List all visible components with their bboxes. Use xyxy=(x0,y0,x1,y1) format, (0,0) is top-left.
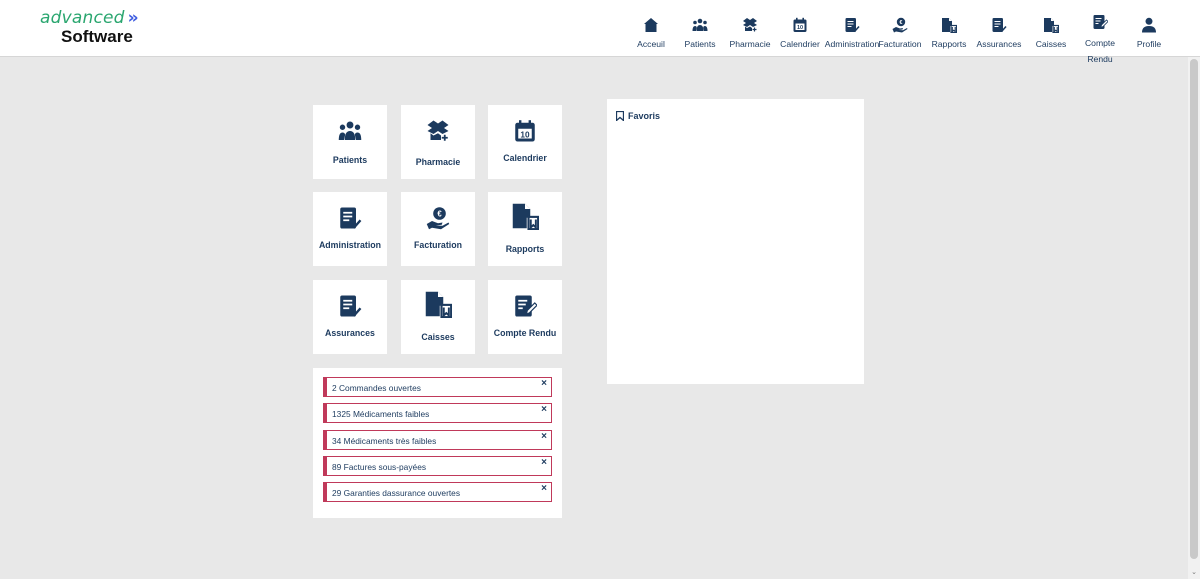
tile-label: Facturation xyxy=(414,240,462,250)
nav-item-assurances[interactable]: Assurances xyxy=(976,0,1022,57)
nav-label: Calendrier xyxy=(780,39,820,49)
tile-label: Administration xyxy=(318,240,382,250)
tile-pharmacie[interactable]: Pharmacie xyxy=(401,105,475,179)
nav-label: Assurances xyxy=(976,39,1022,49)
tile-label: Rapports xyxy=(505,244,545,254)
logo-top-text: advanced» xyxy=(40,8,139,28)
alert-text: 89 Factures sous-payées xyxy=(332,462,427,472)
alert-item[interactable]: 29 Garanties dassurance ouvertes × xyxy=(323,482,552,502)
tile-rapports[interactable]: Rapports xyxy=(488,192,562,266)
nav-item-rapports[interactable]: Rapports xyxy=(930,0,968,57)
report-edit-icon xyxy=(1093,15,1108,29)
nav-label: Pharmacie xyxy=(729,39,771,49)
alert-text: 29 Garanties dassurance ouvertes xyxy=(332,488,461,498)
svg-text:€: € xyxy=(900,20,903,26)
alert-item[interactable]: 89 Factures sous-payées × xyxy=(323,456,552,476)
billing-icon: € xyxy=(426,207,450,230)
nav-item-calendrier[interactable]: 10 Calendrier xyxy=(780,0,820,57)
nav-item-acceuil[interactable]: Acceuil xyxy=(632,0,670,57)
tile-assurances[interactable]: Assurances xyxy=(313,280,387,354)
app-logo[interactable]: advanced» Software xyxy=(40,8,139,47)
calendar-number: 10 xyxy=(520,130,530,139)
patients-icon xyxy=(692,18,708,31)
nav-label: Patients xyxy=(684,39,716,49)
nav-item-facturation[interactable]: € Facturation xyxy=(878,0,922,57)
close-icon[interactable]: × xyxy=(541,483,547,494)
nav-item-patients[interactable]: Patients xyxy=(682,0,718,57)
tile-caisses[interactable]: Caisses xyxy=(401,280,475,354)
nav-label-line1: Compte xyxy=(1084,38,1116,48)
tile-label: Assurances xyxy=(325,328,375,338)
nav-item-caisses[interactable]: Caisses xyxy=(1033,0,1069,57)
administration-icon xyxy=(340,207,362,229)
scroll-down-arrow-icon[interactable]: ⌄ xyxy=(1190,569,1198,577)
tile-label: Caisses xyxy=(421,332,455,342)
vertical-scrollbar[interactable]: ⌄ xyxy=(1188,57,1200,579)
alert-item[interactable]: 1325 Médicaments faibles × xyxy=(323,403,552,423)
svg-text:€: € xyxy=(437,210,442,219)
insurance-icon xyxy=(340,295,362,317)
patients-icon xyxy=(338,121,362,140)
insurance-icon xyxy=(992,18,1007,33)
logo-arrows-icon: » xyxy=(127,8,139,28)
alerts-panel: 2 Commandes ouvertes × 1325 Médicaments … xyxy=(313,368,562,518)
nav-item-administration[interactable]: Administration xyxy=(824,0,880,57)
nav-item-profile[interactable]: Profile xyxy=(1132,0,1166,57)
administration-icon xyxy=(845,18,860,33)
nav-label-compte-rendu: Compte Rendu xyxy=(1085,35,1115,67)
cash-register-icon xyxy=(1044,18,1059,33)
calendar-icon: 10 xyxy=(793,17,807,32)
user-icon xyxy=(1142,17,1156,33)
tile-calendrier[interactable]: 10 Calendrier xyxy=(488,105,562,179)
nav-label-line2: Rendu xyxy=(1087,54,1113,64)
alert-text: 1325 Médicaments faibles xyxy=(332,409,430,419)
bookmark-icon xyxy=(616,111,624,121)
calendar-number: 10 xyxy=(797,25,803,31)
nav-label: Facturation xyxy=(878,39,922,49)
nav-item-pharmacie[interactable]: Pharmacie xyxy=(729,0,771,57)
favorites-panel: Favoris xyxy=(607,99,864,384)
tile-patients[interactable]: Patients xyxy=(313,105,387,179)
pharmacy-icon xyxy=(743,18,757,32)
tile-administration[interactable]: Administration xyxy=(313,192,387,266)
top-navigation-bar: advanced» Software Acceuil Patients Phar… xyxy=(0,0,1200,64)
nav-label: Caisses xyxy=(1035,39,1067,49)
home-icon xyxy=(644,18,658,32)
nav-label: Administration xyxy=(824,39,880,49)
tile-label: Calendrier xyxy=(503,153,547,163)
reports-icon xyxy=(942,18,957,33)
alert-item[interactable]: 2 Commandes ouvertes × xyxy=(323,377,552,397)
close-icon[interactable]: × xyxy=(541,378,547,389)
close-icon[interactable]: × xyxy=(541,431,547,442)
favorites-title-text: Favoris xyxy=(628,111,661,121)
close-icon[interactable]: × xyxy=(541,457,547,468)
nav-label: Rapports xyxy=(931,39,967,49)
favorites-title: Favoris xyxy=(616,111,660,121)
tile-label: Pharmacie xyxy=(415,157,461,167)
alert-text: 34 Médicaments très faibles xyxy=(332,436,437,446)
logo-bottom-text: Software xyxy=(61,27,133,46)
pharmacy-icon xyxy=(427,120,449,141)
nav-item-compte-rendu[interactable]: Compte Rendu xyxy=(1080,0,1120,64)
close-icon[interactable]: × xyxy=(541,404,547,415)
tile-facturation[interactable]: € Facturation xyxy=(401,192,475,266)
nav-label: Acceuil xyxy=(637,39,665,49)
calendar-icon: 10 xyxy=(515,120,535,142)
tile-label: Patients xyxy=(332,155,368,165)
reports-icon xyxy=(512,203,539,230)
billing-icon: € xyxy=(892,17,908,33)
scrollbar-thumb[interactable] xyxy=(1190,59,1198,559)
tile-compte-rendu[interactable]: Compte Rendu xyxy=(488,280,562,354)
nav-label: Profile xyxy=(1136,39,1162,49)
tile-label: Compte Rendu xyxy=(493,328,557,338)
alert-item[interactable]: 34 Médicaments très faibles × xyxy=(323,430,552,450)
cash-register-icon xyxy=(425,291,452,318)
report-edit-icon xyxy=(515,295,537,317)
alert-text: 2 Commandes ouvertes xyxy=(332,383,421,393)
